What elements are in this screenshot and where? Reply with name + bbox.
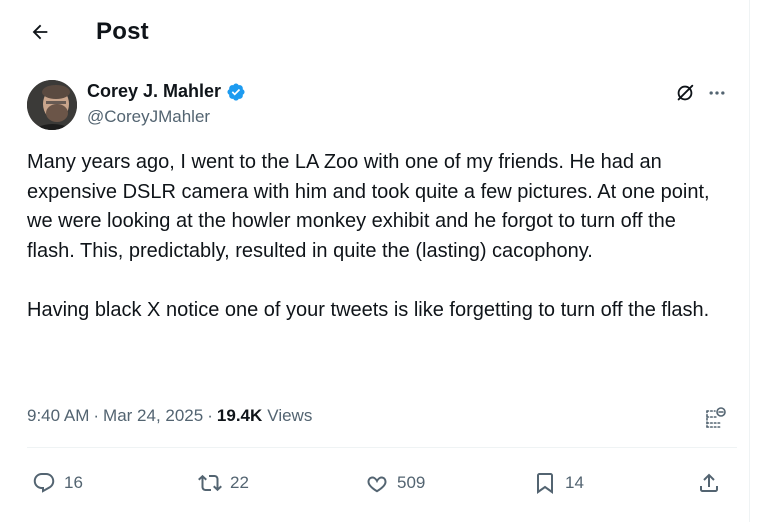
divider [27, 447, 737, 448]
bookmark-icon [537, 473, 553, 494]
back-button[interactable] [22, 14, 58, 50]
more-options-button[interactable] [704, 80, 730, 106]
author-name[interactable]: Corey J. Mahler [87, 81, 246, 102]
repost-button[interactable]: 22 [198, 470, 249, 496]
post-detail-panel: Post Corey J. Mahler @CoreyJMahler Many … [0, 0, 750, 522]
like-button[interactable]: 509 [365, 470, 425, 496]
post-date[interactable]: Mar 24, 2025 [103, 406, 203, 426]
avatar[interactable] [27, 80, 77, 130]
verified-badge-icon [227, 82, 245, 101]
bookmark-button[interactable]: 14 [533, 470, 584, 496]
reply-icon [33, 473, 55, 493]
post-time[interactable]: 9:40 AM [27, 406, 89, 426]
post-meta: 9:40 AM · Mar 24, 2025 · 19.4K Views [27, 406, 312, 426]
reply-count: 16 [64, 473, 83, 492]
share-button[interactable] [697, 470, 721, 496]
repost-icon [198, 474, 222, 492]
author-name-text: Corey J. Mahler [87, 81, 222, 101]
tweet-text: Many years ago, I went to the LA Zoo wit… [27, 151, 710, 321]
analytics-button[interactable] [703, 405, 729, 431]
grok-button[interactable] [672, 80, 698, 106]
arrow-left-icon [32, 24, 48, 40]
analytics-icon [706, 407, 726, 428]
page-title: Post [96, 18, 149, 45]
heart-icon [367, 476, 387, 493]
share-icon [700, 473, 718, 492]
bookmark-count: 14 [565, 473, 584, 492]
more-horizontal-icon [709, 91, 725, 95]
views-label: Views [267, 406, 313, 425]
grok-icon [677, 84, 694, 101]
reply-button[interactable]: 16 [32, 470, 83, 496]
meta-separator: · [207, 406, 213, 425]
author-handle[interactable]: @CoreyJMahler [87, 107, 210, 127]
like-count: 509 [397, 473, 426, 492]
meta-separator: · [93, 406, 100, 425]
post-header: Post [0, 0, 750, 66]
repost-count: 22 [230, 473, 249, 492]
views-count: 19.4K [216, 406, 263, 425]
avatar-image [27, 80, 77, 130]
